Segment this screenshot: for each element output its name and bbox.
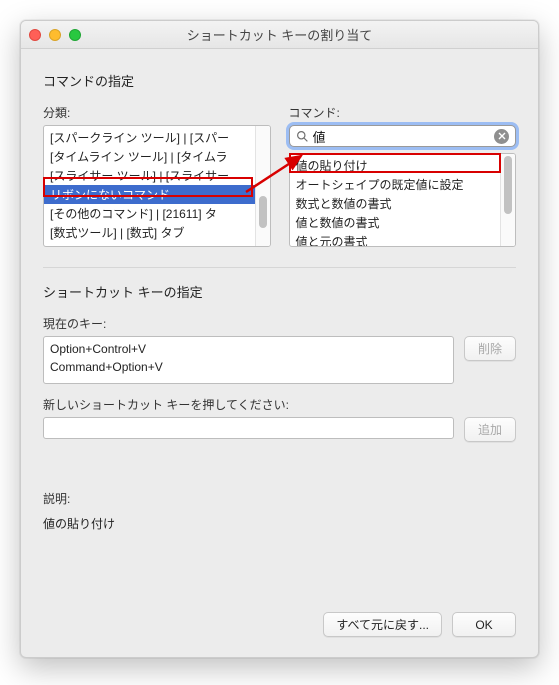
reset-all-button[interactable]: すべて元に戻す... [323,612,442,637]
divider [43,267,516,268]
scrollbar[interactable] [255,126,270,246]
key-entry[interactable]: Option+Control+V [50,340,447,358]
key-entry[interactable]: Command+Option+V [50,358,447,376]
description-label: 説明: [43,490,516,507]
dialog-content: コマンドの指定 分類: [スパークライン ツール] | [スパー [タイムライン… [21,49,538,657]
section-heading-shortcut: ショートカット キーの指定 [43,282,516,301]
search-icon [296,130,309,143]
dialog-window: ショートカット キーの割り当て コマンドの指定 分類: [スパークライン ツール… [20,20,539,658]
list-item[interactable]: 値と元の書式 [290,232,516,247]
current-keys-label: 現在のキー: [43,315,516,332]
clear-search-icon[interactable] [494,129,509,144]
list-item[interactable]: [その他のコマンド] | [21611] タ [44,204,270,223]
list-item[interactable]: 値の貼り付け [290,156,516,175]
add-button[interactable]: 追加 [464,417,516,442]
press-key-label: 新しいショートカット キーを押してください: [43,396,516,413]
description-value: 値の貼り付け [43,515,516,532]
scrollbar-thumb[interactable] [504,156,512,214]
list-item[interactable]: [数式ツール] | [数式] タブ [44,223,270,242]
ok-button[interactable]: OK [452,612,516,637]
titlebar: ショートカット キーの割り当て [21,21,538,49]
list-item[interactable]: [スパークライン ツール] | [スパー [44,128,270,147]
command-label: コマンド: [289,104,517,121]
list-item-selected[interactable]: リボンにないコマンド [44,185,270,204]
current-keys-box[interactable]: Option+Control+V Command+Option+V [43,336,454,384]
scrollbar-thumb[interactable] [259,196,267,228]
command-column: コマンド: 値の貼り付け オートシェイプの既定値に設 [289,104,517,247]
category-label: 分類: [43,104,271,121]
list-item[interactable]: 値と数値の書式 [290,213,516,232]
list-item[interactable]: オートシェイプの既定値に設定 [290,175,516,194]
list-item[interactable]: [タイムライン ツール] | [タイムラ [44,147,270,166]
command-listbox[interactable]: 値の貼り付け オートシェイプの既定値に設定 数式と数値の書式 値と数値の書式 値… [289,153,517,247]
command-search[interactable] [289,125,517,147]
scrollbar[interactable] [500,154,515,246]
category-column: 分類: [スパークライン ツール] | [スパー [タイムライン ツール] | … [43,104,271,247]
press-key-input[interactable] [43,417,454,439]
list-item[interactable]: [スライサー ツール] | [スライサー [44,166,270,185]
list-item[interactable]: 数式と数値の書式 [290,194,516,213]
window-title: ショートカット キーの割り当て [21,25,538,44]
section-heading-commands: コマンドの指定 [43,71,516,90]
command-search-input[interactable] [309,129,495,144]
category-listbox[interactable]: [スパークライン ツール] | [スパー [タイムライン ツール] | [タイム… [43,125,271,247]
delete-button[interactable]: 削除 [464,336,516,361]
